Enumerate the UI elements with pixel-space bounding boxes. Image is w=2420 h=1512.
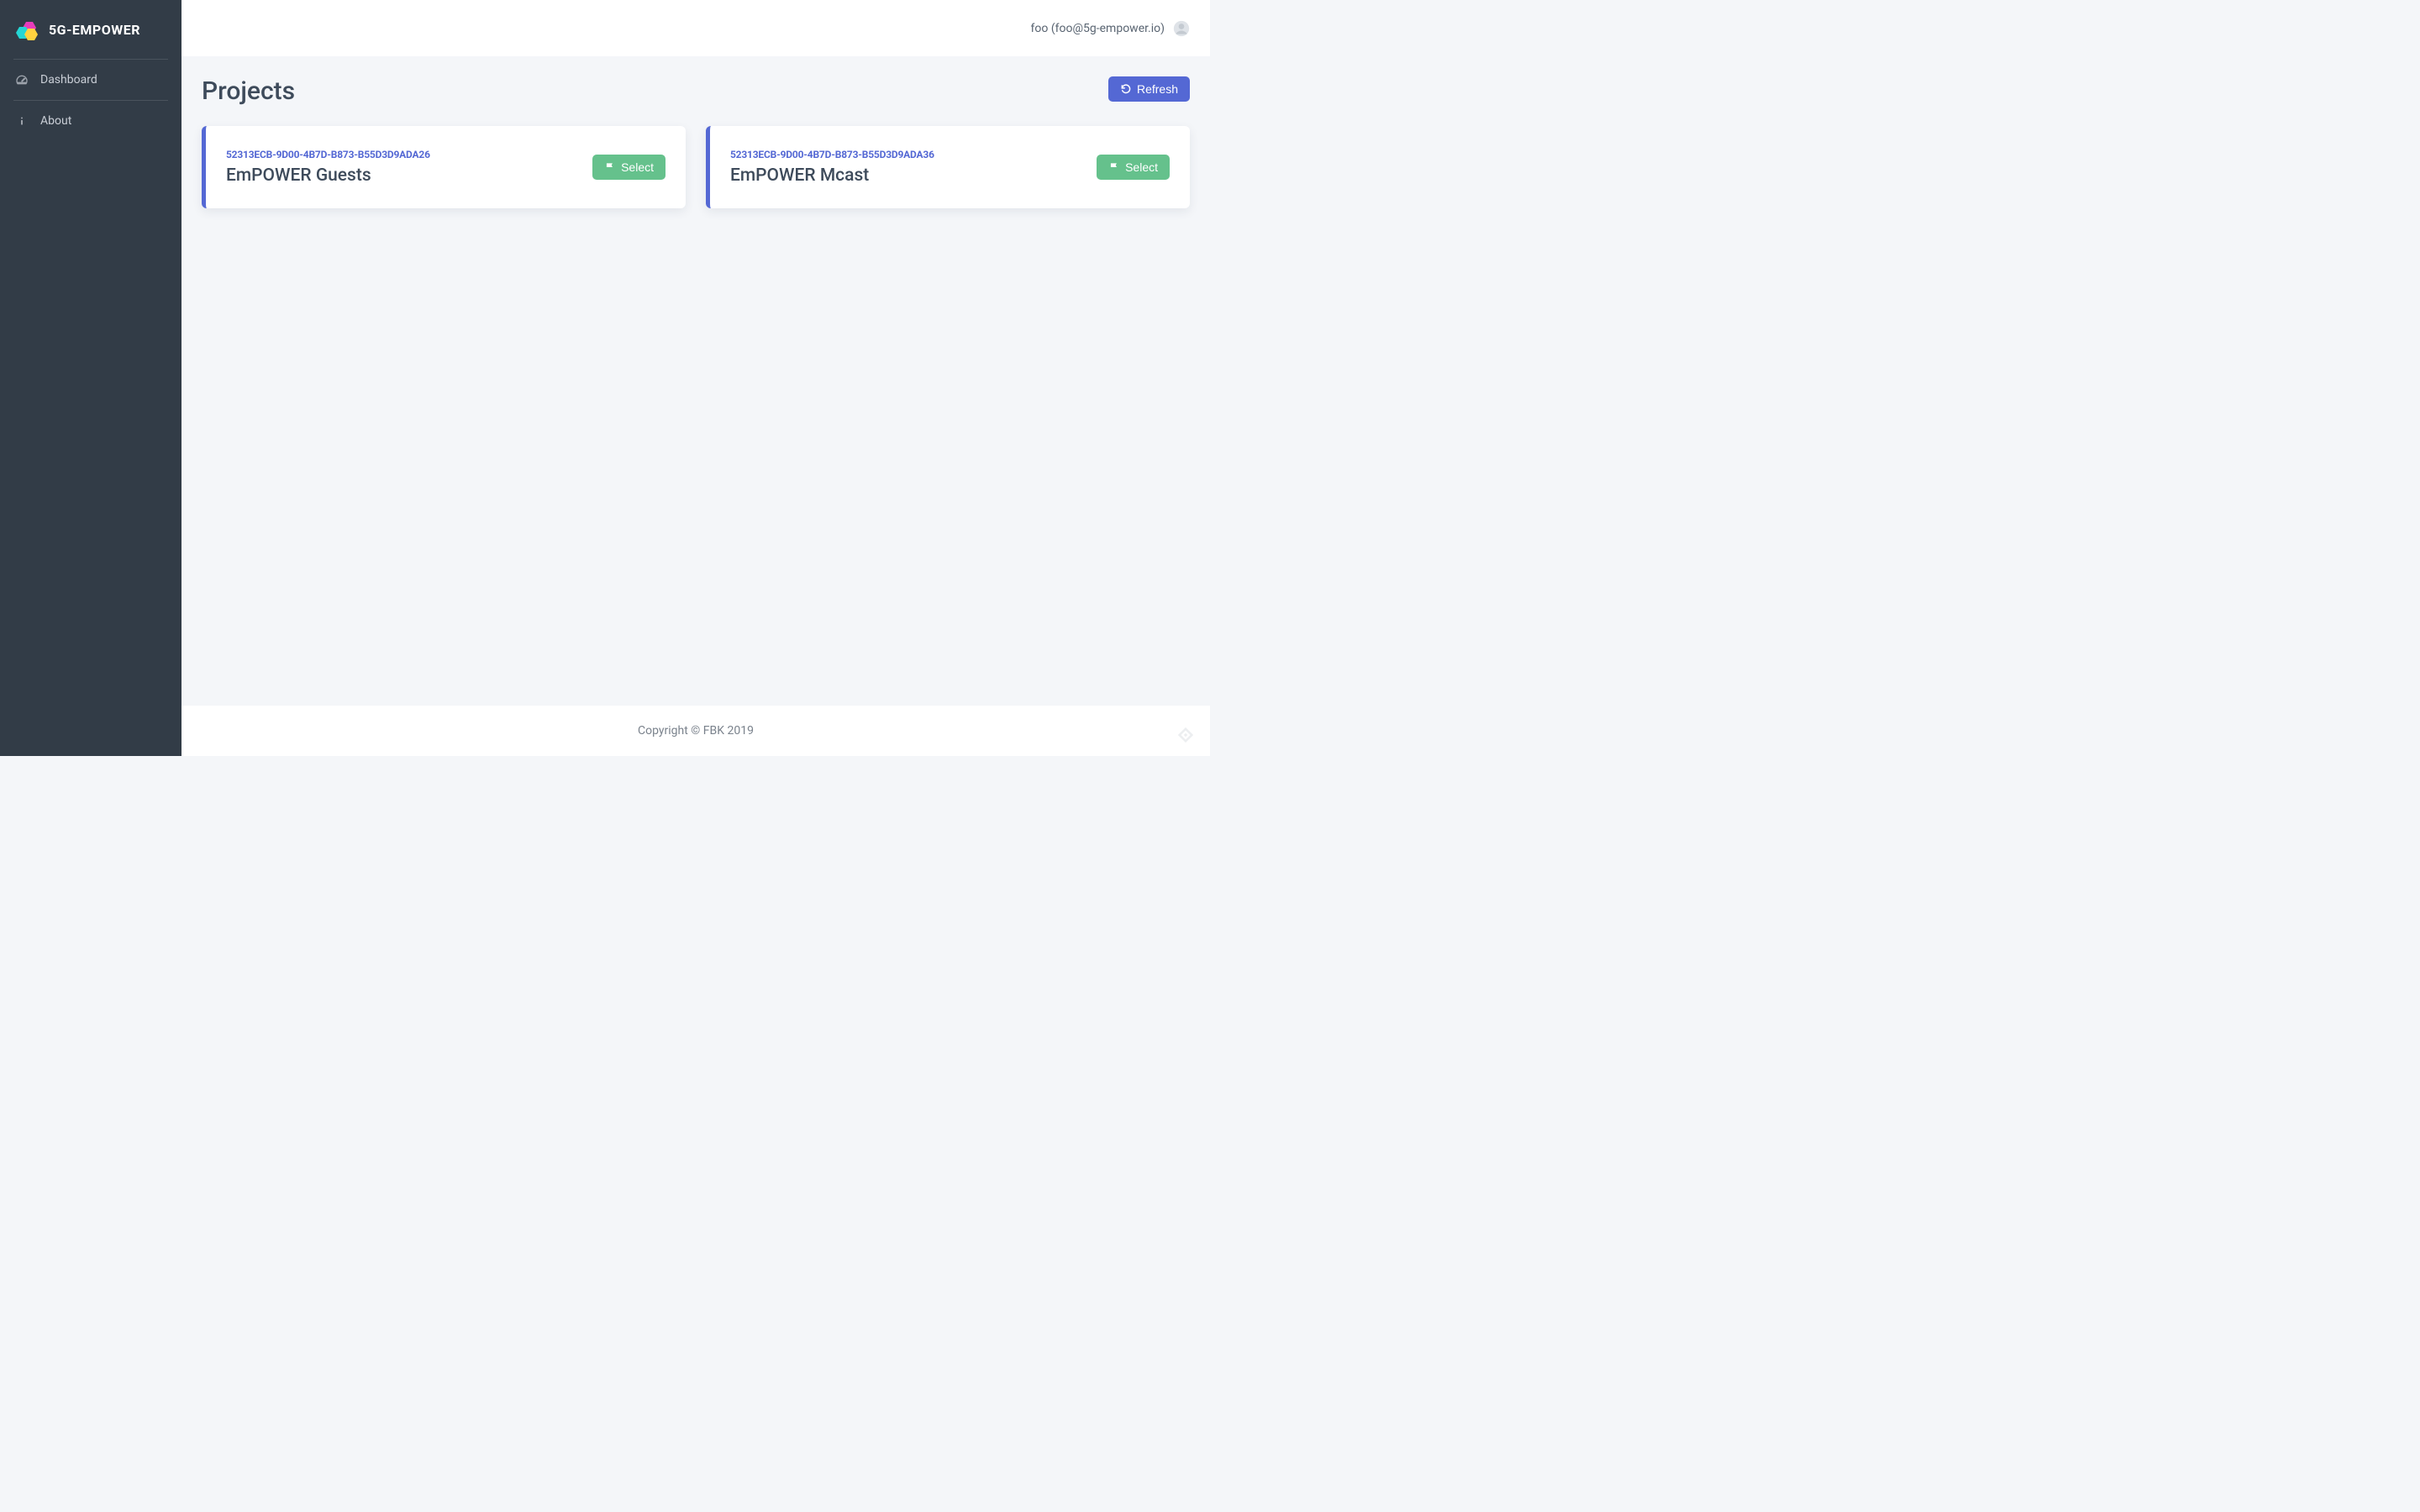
project-info: 52313ECB-9D00-4B7D-B873-B55D3D9ADA26 EmP… <box>226 149 592 186</box>
page-title: Projects <box>202 76 295 106</box>
avatar-icon <box>1173 20 1190 37</box>
sidebar-item-label: About <box>40 114 71 128</box>
project-card: 52313ECB-9D00-4B7D-B873-B55D3D9ADA36 EmP… <box>706 126 1190 208</box>
project-card: 52313ECB-9D00-4B7D-B873-B55D3D9ADA26 EmP… <box>202 126 686 208</box>
user-menu[interactable]: foo (foo@5g-empower.io) <box>1031 20 1190 37</box>
brand-name: 5G-EMPOWER <box>49 22 140 38</box>
content: Projects Refresh 52313ECB-9D00-4B7D-B873… <box>182 56 1210 706</box>
topbar: foo (foo@5g-empower.io) <box>182 0 1210 56</box>
refresh-label: Refresh <box>1137 82 1178 96</box>
copyright-text: Copyright © FBK 2019 <box>638 724 754 738</box>
sidebar-item-about[interactable]: About <box>0 101 182 141</box>
project-id: 52313ECB-9D00-4B7D-B873-B55D3D9ADA26 <box>226 149 592 160</box>
tachometer-icon <box>15 73 29 87</box>
info-icon <box>15 114 29 128</box>
flag-icon <box>1108 161 1120 173</box>
main: foo (foo@5g-empower.io) Projects Refresh… <box>182 0 1210 756</box>
project-info: 52313ECB-9D00-4B7D-B873-B55D3D9ADA36 EmP… <box>730 149 1097 186</box>
footer: Copyright © FBK 2019 <box>182 706 1210 756</box>
select-label: Select <box>621 160 654 174</box>
sidebar-item-label: Dashboard <box>40 73 97 87</box>
select-label: Select <box>1125 160 1158 174</box>
sidebar: 5G-EMPOWER Dashboard About <box>0 0 182 756</box>
brand-logo-icon <box>15 17 40 42</box>
select-button[interactable]: Select <box>592 155 666 180</box>
brand[interactable]: 5G-EMPOWER <box>0 0 182 59</box>
select-button[interactable]: Select <box>1097 155 1170 180</box>
project-name: EmPOWER Mcast <box>730 165 1097 186</box>
project-id: 52313ECB-9D00-4B7D-B873-B55D3D9ADA36 <box>730 149 1097 160</box>
page-header: Projects Refresh <box>202 76 1190 106</box>
sidebar-item-dashboard[interactable]: Dashboard <box>0 60 182 100</box>
project-cards: 52313ECB-9D00-4B7D-B873-B55D3D9ADA26 EmP… <box>202 126 1190 208</box>
refresh-button[interactable]: Refresh <box>1108 76 1190 102</box>
user-display: foo (foo@5g-empower.io) <box>1031 22 1165 35</box>
project-name: EmPOWER Guests <box>226 165 592 186</box>
undo-icon <box>1120 83 1132 95</box>
flag-icon <box>604 161 616 173</box>
vendor-logo-icon <box>1176 726 1195 744</box>
